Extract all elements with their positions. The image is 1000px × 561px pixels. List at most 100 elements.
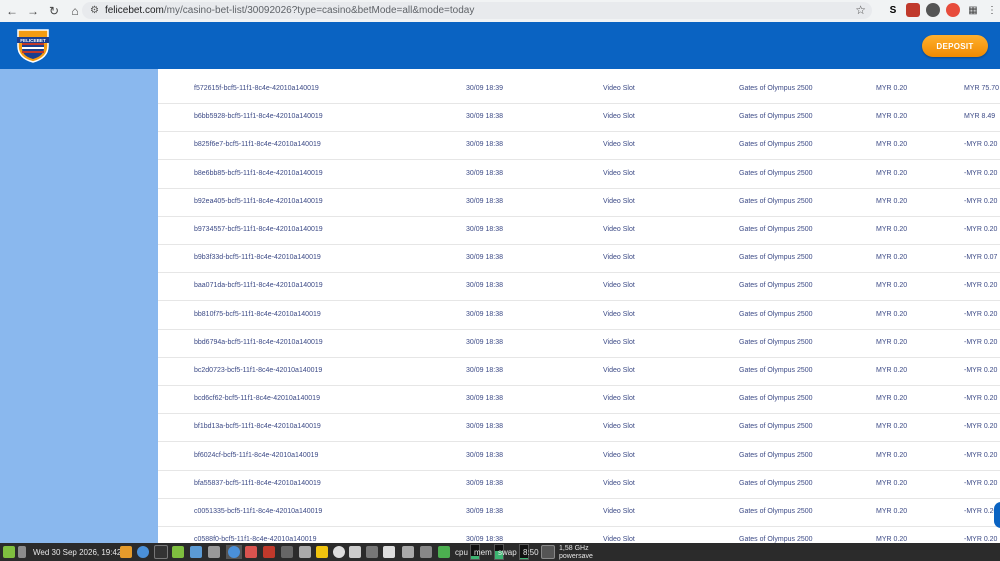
table-row[interactable]: bb810f75-bcf5-11f1-8c4e-42010a140019 30/0… — [158, 301, 1000, 330]
update-icon[interactable] — [402, 545, 414, 559]
table-row[interactable]: bf1bd13a-bcf5-11f1-8c4e-42010a140019 30/0… — [158, 413, 1000, 443]
game-name: Gates of Olympus 2500 — [739, 197, 813, 205]
bet-id[interactable]: bcd6cf62-bcf5-11f1-8c4e-42010a140019 — [194, 385, 320, 413]
network-icon[interactable] — [420, 545, 432, 559]
table-row[interactable]: b92ea405-bcf5-11f1-8c4e-42010a140019 30/0… — [158, 188, 1000, 217]
bet-id[interactable]: b8e6bb85-bcf5-11f1-8c4e-42010a140019 — [194, 160, 323, 188]
notification-icon[interactable] — [333, 545, 345, 559]
taskbar-clock: 8:50 — [523, 547, 539, 557]
forward-icon[interactable]: → — [24, 2, 42, 20]
bet-time: 30/09 18:38 — [466, 282, 503, 290]
win-amount: -MYR 0.20 — [964, 423, 998, 431]
bet-id[interactable]: b6bb5928-bcf5-11f1-8c4e-42010a140019 — [194, 103, 323, 131]
shield-icon[interactable] — [383, 545, 395, 559]
bet-id[interactable]: bfa55837-bcf5-11f1-8c4e-42010a140019 — [194, 470, 321, 498]
bet-id[interactable]: bf6024cf-bcf5-11f1-8c4e-42010a140019 — [194, 442, 318, 470]
extension-red-icon[interactable] — [906, 3, 920, 17]
mint-menu-icon[interactable] — [3, 545, 15, 559]
url-path: /my/casino-bet-list/30092026?type=casino… — [163, 5, 475, 16]
bet-type: Video Slot — [603, 338, 635, 346]
back-icon[interactable]: ← — [3, 2, 21, 20]
table-row[interactable]: f572615f-bcf5-11f1-8c4e-42010a140019 30/0… — [158, 75, 1000, 104]
terminal-icon[interactable] — [154, 545, 168, 559]
bet-id[interactable]: bbd6794a-bcf5-11f1-8c4e-42010a140019 — [194, 329, 323, 357]
bet-amount: MYR 0.20 — [876, 479, 908, 487]
bet-type: Video Slot — [603, 508, 635, 515]
extension-record-icon[interactable] — [946, 3, 960, 17]
taskbar-datetime[interactable]: Wed 30 Sep 2026, 19:42 — [33, 545, 121, 559]
table-row[interactable]: b9b3f33d-bcf5-11f1-8c4e-42010a140019 30/0… — [158, 244, 1000, 274]
bet-type: Video Slot — [603, 395, 635, 403]
app-icon-3[interactable] — [208, 545, 220, 559]
site-info-icon[interactable]: ⚙ — [90, 5, 99, 16]
bet-id[interactable]: baa071da-bcf5-11f1-8c4e-42010a140019 — [194, 272, 323, 300]
folder-icon[interactable] — [172, 545, 184, 559]
app-icon-5[interactable] — [263, 545, 275, 559]
menu-icon[interactable]: ⋮ — [985, 3, 999, 17]
table-row[interactable]: c0588f0-bcf5-11f1-8c4e-42010a140019 30/09… — [158, 526, 1000, 543]
bluetooth-icon[interactable] — [366, 545, 378, 559]
extension-shield-icon[interactable] — [926, 3, 940, 17]
table-row[interactable]: bf6024cf-bcf5-11f1-8c4e-42010a140019 30/0… — [158, 442, 1000, 471]
site-header: FELICEBET DEPOSIT — [0, 22, 1000, 69]
bookmark-star-icon[interactable]: ☆ — [855, 3, 866, 17]
win-amount: -MYR 0.20 — [964, 169, 998, 177]
bet-id[interactable]: b825f6e7-bcf5-11f1-8c4e-42010a140019 — [194, 131, 321, 159]
bet-amount: MYR 0.20 — [876, 338, 908, 346]
table-row[interactable]: b825f6e7-bcf5-11f1-8c4e-42010a140019 30/0… — [158, 131, 1000, 161]
app-icon-6[interactable] — [281, 545, 293, 559]
bet-time: 30/09 18:38 — [466, 226, 503, 233]
deposit-button[interactable]: DEPOSIT — [922, 35, 988, 57]
bet-id[interactable]: b92ea405-bcf5-11f1-8c4e-42010a140019 — [194, 188, 323, 216]
win-amount: MYR 75.70 — [964, 85, 1000, 92]
felicebet-logo[interactable]: FELICEBET — [14, 26, 52, 64]
browser-toolbar: ← → ↻ ⌂ ⚙ felicebet.com/my/casino-bet-li… — [0, 0, 1000, 23]
bet-id[interactable]: bc2d0723-bcf5-11f1-8c4e-42010a140019 — [194, 357, 322, 385]
app-icon-7[interactable] — [299, 545, 311, 559]
table-row[interactable]: bfa55837-bcf5-11f1-8c4e-42010a140019 30/0… — [158, 470, 1000, 499]
notes-icon[interactable] — [316, 545, 328, 559]
chat-bubble-button[interactable] — [994, 502, 1000, 528]
table-row[interactable]: b9734557-bcf5-11f1-8c4e-42010a140019 30/0… — [158, 216, 1000, 245]
bet-amount: MYR 0.20 — [876, 423, 908, 431]
bet-type: Video Slot — [603, 536, 635, 543]
win-amount: -MYR 0.20 — [964, 226, 998, 233]
game-name: Gates of Olympus 2500 — [739, 367, 813, 374]
table-row[interactable]: bcd6cf62-bcf5-11f1-8c4e-42010a140019 30/0… — [158, 385, 1000, 415]
files-icon[interactable] — [120, 545, 132, 559]
show-desktop-icon[interactable] — [18, 545, 26, 559]
bet-id[interactable]: f572615f-bcf5-11f1-8c4e-42010a140019 — [194, 75, 319, 103]
bet-time: 30/09 18:38 — [466, 254, 503, 262]
chrome-icon[interactable] — [137, 545, 149, 559]
reload-icon[interactable]: ↻ — [45, 2, 63, 20]
bet-time: 30/09 18:38 — [466, 508, 503, 515]
bet-time: 30/09 18:38 — [466, 423, 503, 431]
bet-id[interactable]: b9734557-bcf5-11f1-8c4e-42010a140019 — [194, 216, 323, 244]
table-row[interactable]: bbd6794a-bcf5-11f1-8c4e-42010a140019 30/0… — [158, 329, 1000, 358]
bet-id[interactable]: c0051335-bcf5-11f1-8c4e-42010a140019 — [194, 498, 322, 526]
volume-icon[interactable] — [349, 545, 361, 559]
app-icon-8[interactable] — [438, 545, 450, 559]
extension-s-icon[interactable]: S — [886, 3, 900, 17]
bet-amount: MYR 0.20 — [876, 226, 908, 233]
table-row[interactable]: baa071da-bcf5-11f1-8c4e-42010a140019 30/0… — [158, 272, 1000, 302]
table-row[interactable]: c0051335-bcf5-11f1-8c4e-42010a140019 30/0… — [158, 498, 1000, 527]
active-chrome-window[interactable] — [226, 545, 242, 559]
game-name: Gates of Olympus 2500 — [739, 282, 813, 290]
cpu-governor: powersave — [559, 552, 593, 560]
extensions-puzzle-icon[interactable]: ▦ — [966, 3, 980, 17]
table-row[interactable]: b6bb5928-bcf5-11f1-8c4e-42010a140019 30/0… — [158, 103, 1000, 133]
bet-id[interactable]: b9b3f33d-bcf5-11f1-8c4e-42010a140019 — [194, 244, 321, 272]
bet-time: 30/09 18:38 — [466, 113, 503, 121]
app-icon-4[interactable] — [245, 545, 257, 559]
bet-id[interactable]: bf1bd13a-bcf5-11f1-8c4e-42010a140019 — [194, 413, 321, 441]
bet-id[interactable]: c0588f0-bcf5-11f1-8c4e-42010a140019 — [194, 526, 316, 543]
address-bar[interactable]: ⚙ felicebet.com/my/casino-bet-list/30092… — [82, 2, 872, 19]
win-amount: -MYR 0.07 — [964, 254, 998, 262]
table-row[interactable]: bc2d0723-bcf5-11f1-8c4e-42010a140019 30/0… — [158, 357, 1000, 386]
bet-id[interactable]: bb810f75-bcf5-11f1-8c4e-42010a140019 — [194, 301, 321, 329]
game-name: Gates of Olympus 2500 — [739, 113, 813, 121]
app-icon-2[interactable] — [190, 545, 202, 559]
table-row[interactable]: b8e6bb85-bcf5-11f1-8c4e-42010a140019 30/0… — [158, 160, 1000, 189]
win-amount: -MYR 0.20 — [964, 338, 998, 346]
